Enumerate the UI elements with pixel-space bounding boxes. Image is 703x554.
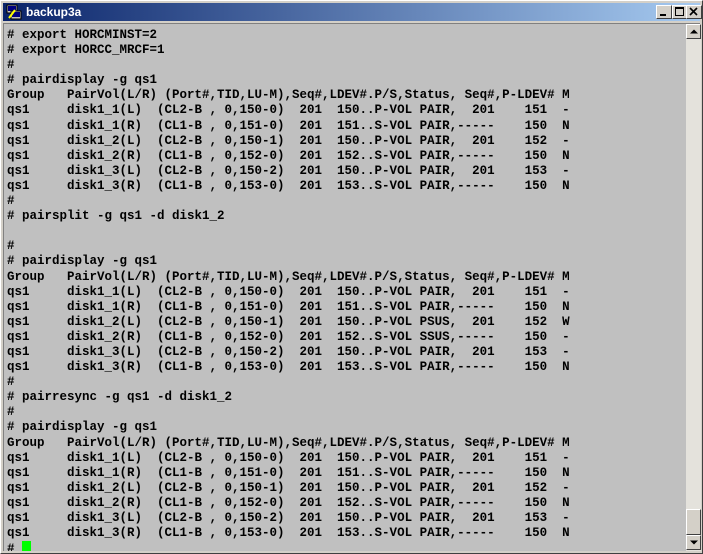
- minimize-button[interactable]: [656, 5, 672, 19]
- terminal-line: qs1 disk1_2(R) (CL1-B , 0,152-0) 201 152…: [7, 495, 570, 510]
- vertical-scrollbar[interactable]: [686, 24, 701, 551]
- terminal-line: # pairdisplay -g qs1: [7, 420, 158, 435]
- terminal-line: #: [7, 405, 15, 420]
- terminal-cursor: [22, 541, 32, 551]
- terminal-output[interactable]: # export HORCMINST=2 # export HORCC_MRCF…: [4, 24, 685, 551]
- terminal-line: qs1 disk1_3(L) (CL2-B , 0,150-2) 201 150…: [7, 511, 570, 525]
- terminal-line: qs1 disk1_2(R) (CL1-B , 0,152-0) 201 152…: [7, 329, 570, 344]
- terminal-line: qs1 disk1_2(L) (CL2-B , 0,150-1) 201 150…: [7, 314, 570, 329]
- terminal-client-area: # export HORCMINST=2 # export HORCC_MRCF…: [3, 23, 701, 551]
- scroll-up-button[interactable]: [686, 24, 701, 39]
- title-bar[interactable]: backup3a: [3, 3, 702, 21]
- terminal-line: qs1 disk1_1(L) (CL2-B , 0,150-0) 201 150…: [7, 450, 570, 465]
- scroll-down-button[interactable]: [686, 535, 701, 550]
- terminal-line: qs1 disk1_2(L) (CL2-B , 0,150-1) 201 150…: [7, 480, 570, 495]
- terminal-line: qs1 disk1_3(R) (CL1-B , 0,153-0) 201 153…: [7, 526, 570, 541]
- terminal-window: backup3a # export HORCMINST=2 # export H…: [0, 0, 703, 554]
- close-button[interactable]: [686, 5, 702, 19]
- maximize-icon: [675, 7, 684, 16]
- terminal-line: qs1 disk1_3(R) (CL1-B , 0,153-0) 201 153…: [7, 178, 570, 193]
- terminal-line: #: [7, 375, 15, 390]
- minimize-icon: [660, 14, 666, 16]
- close-icon: [689, 7, 698, 16]
- terminal-line: #: [7, 58, 15, 73]
- terminal-line: Group PairVol(L/R) (Port#,TID,LU-M),Seq#…: [7, 269, 570, 284]
- terminal-text[interactable]: # export HORCMINST=2 # export HORCC_MRCF…: [4, 24, 685, 551]
- terminal-line: # pairdisplay -g qs1: [7, 73, 158, 88]
- terminal-line: qs1 disk1_2(R) (CL1-B , 0,152-0) 201 152…: [7, 148, 570, 163]
- terminal-line: Group PairVol(L/R) (Port#,TID,LU-M),Seq#…: [7, 88, 570, 103]
- terminal-line: qs1 disk1_1(R) (CL1-B , 0,151-0) 201 151…: [7, 118, 570, 133]
- terminal-line: Group PairVol(L/R) (Port#,TID,LU-M),Seq#…: [7, 435, 570, 450]
- terminal-line: #: [7, 239, 15, 254]
- scroll-up-arrow-icon: [690, 29, 698, 34]
- terminal-line: # pairresync -g qs1 -d disk1_2: [7, 390, 233, 405]
- terminal-line: qs1 disk1_3(L) (CL2-B , 0,150-2) 201 150…: [7, 344, 570, 359]
- terminal-line: qs1 disk1_1(R) (CL1-B , 0,151-0) 201 151…: [7, 465, 570, 480]
- terminal-line: qs1 disk1_3(L) (CL2-B , 0,150-2) 201 150…: [7, 163, 570, 178]
- putty-icon[interactable]: [6, 4, 22, 20]
- scroll-down-arrow-icon: [690, 540, 698, 545]
- terminal-line: # pairsplit -g qs1 -d disk1_2: [7, 209, 225, 224]
- window-title: backup3a: [26, 5, 82, 19]
- terminal-line: qs1 disk1_2(L) (CL2-B , 0,150-1) 201 150…: [7, 133, 570, 148]
- terminal-line: # pairdisplay -g qs1: [7, 254, 158, 269]
- terminal-line: qs1 disk1_1(L) (CL2-B , 0,150-0) 201 150…: [7, 284, 570, 299]
- terminal-line: qs1 disk1_1(R) (CL1-B , 0,151-0) 201 151…: [7, 299, 570, 314]
- terminal-line: # export HORCMINST=2: [7, 28, 158, 42]
- terminal-line: # export HORCC_MRCF=1: [7, 43, 165, 58]
- terminal-line: #: [7, 194, 15, 209]
- terminal-line: qs1 disk1_3(R) (CL1-B , 0,153-0) 201 153…: [7, 360, 570, 375]
- terminal-prompt: #: [7, 542, 23, 551]
- terminal-line: qs1 disk1_1(L) (CL2-B , 0,150-0) 201 150…: [7, 103, 570, 118]
- scroll-thumb[interactable]: [686, 509, 701, 535]
